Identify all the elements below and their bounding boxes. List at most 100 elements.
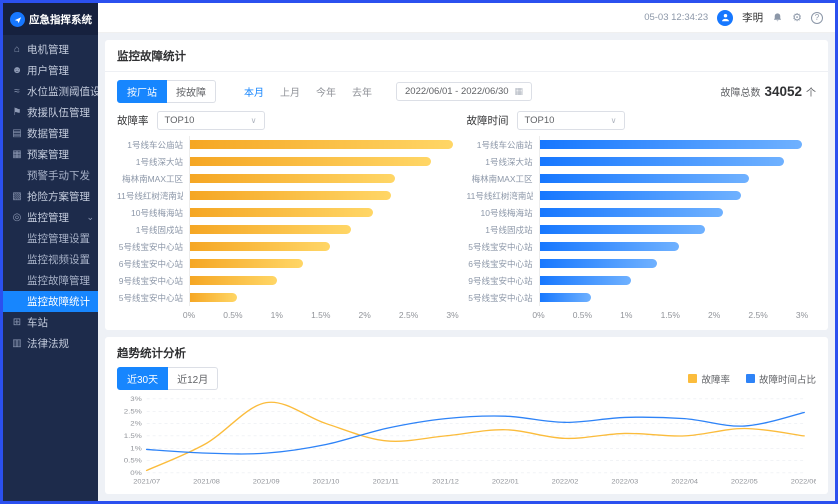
sidebar-item-1[interactable]: ☻用户管理 [3,60,98,81]
svg-text:1%: 1% [130,444,142,452]
bar [189,174,395,183]
legend-fault-time-ratio[interactable]: 故障时间占比 [746,372,816,386]
sidebar-item-8[interactable]: ◎ 监控管理 ⌄ [3,207,98,228]
water-level-icon: ≈ [11,86,23,97]
sidebar-item-7[interactable]: ▧抢险方案管理 [3,186,98,207]
sidebar-item-label: 数据管理 [27,126,69,141]
x-axis-tick: 0% [532,310,544,320]
range-toggle-group: 近30天 近12月 [117,367,218,390]
bar-rows: 1号线车公庙站1号线深大站梅林南MAX工区11号线红树湾南站10号线梅海站1号线… [467,136,803,306]
toggle-by-station[interactable]: 按厂站 [117,80,167,103]
bar-track [539,276,803,285]
sidebar-item-label: 预案管理 [27,147,69,162]
sidebar-item-6[interactable]: 预警手动下发 [3,165,98,186]
bar-track [189,174,453,183]
view-toggle-group: 按厂站 按故障 [117,80,216,103]
svg-text:2021/07: 2021/07 [133,479,160,485]
sidebar-item-11[interactable]: 监控故障管理 [3,270,98,291]
bar [539,225,706,234]
sidebar-item-0[interactable]: ⌂电机管理 [3,39,98,60]
bar-rows: 1号线车公庙站1号线深大站梅林南MAX工区11号线红树湾南站10号线梅海站1号线… [117,136,453,306]
sidebar-item-2[interactable]: ≈ 水位监测阈值设置 [3,81,98,102]
main-area: 05-03 12:34:23 李明 ⚙ ? 监控故障统计 按厂站 [98,3,835,501]
bar-track [189,276,453,285]
bar-track [189,293,453,302]
bar [189,225,351,234]
sidebar-item-12[interactable]: 监控故障统计 [3,291,98,312]
sidebar-item-14[interactable]: ▥法律法规 [3,333,98,354]
sidebar-item-label: 水位监测阈值设置 [27,84,98,99]
sidebar-item-5[interactable]: ▦ 预案管理 [3,144,98,165]
bar-category-label: 5号线宝安中心站 [117,241,183,253]
bar-track [189,208,453,217]
toggle-last-12-months[interactable]: 近12月 [168,367,218,390]
app-title: 应急指挥系统 [29,12,92,27]
trend-line-chart: 0%0.5%1%1.5%2%2.5%3%2021/072021/082021/0… [117,394,816,486]
x-axis-tick: 2% [708,310,720,320]
plan-icon: ▦ [11,149,23,160]
fault-statistics-card: 监控故障统计 按厂站 按故障 本月 上月 今年 去年 2022/06/01 - … [105,40,828,330]
svg-text:1.5%: 1.5% [124,432,143,440]
rescue-team-icon: ⚑ [11,107,23,118]
chevron-down-icon: ⌄ [86,212,94,223]
emergency-plan-icon: ▧ [11,191,23,202]
bar-row: 6号线宝安中心站 [117,255,453,272]
top-header: 05-03 12:34:23 李明 ⚙ ? [98,3,835,33]
fault-total-label: 故障总数 [720,84,760,99]
bell-icon[interactable] [772,12,783,23]
sidebar-item-13[interactable]: ⊞车站 [3,312,98,333]
fault-time-chart: 故障时间 TOP10 ∨ 1号线车公庙站1号线深大站梅林南MAX工区11号线红树… [467,111,817,322]
sidebar-item-4[interactable]: ▤ 数据管理 [3,123,98,144]
bar-category-label: 5号线宝安中心站 [467,292,533,304]
svg-text:2021/12: 2021/12 [432,479,459,485]
quick-filter-last-year[interactable]: 去年 [352,84,372,99]
fault-rate-top-select[interactable]: TOP10 ∨ [157,111,265,130]
bar-category-label: 11号线红树湾南站 [117,190,183,202]
avatar[interactable] [717,10,733,26]
sidebar-item-3[interactable]: ⚑ 救援队伍管理 [3,102,98,123]
bar-category-label: 5号线宝安中心站 [467,241,533,253]
legend-fault-rate[interactable]: 故障率 [688,372,730,386]
calendar-icon: ▦ [515,86,524,97]
bar-track [539,140,803,149]
bar-category-label: 1号线深大站 [467,156,533,168]
trend-analysis-card: 趋势统计分析 近30天 近12月 故障率 故障时间占比 [105,337,828,494]
fault-time-top-select[interactable]: TOP10 ∨ [517,111,625,130]
monitor-icon: ◎ [11,212,23,223]
data-icon: ▤ [11,128,23,139]
bar [539,157,785,166]
app-logo-row: 应急指挥系统 [3,3,98,35]
x-axis-tick: 2% [359,310,371,320]
bar [189,259,303,268]
bar-row: 5号线宝安中心站 [117,289,453,306]
bar-row: 梅林南MAX工区 [117,170,453,187]
sidebar-item-label: 法律法规 [27,336,69,351]
quick-filter-this-year[interactable]: 今年 [316,84,336,99]
toggle-last-30-days[interactable]: 近30天 [117,367,168,390]
sidebar-item-label: 监控管理设置 [27,231,90,246]
gear-icon[interactable]: ⚙ [792,11,802,24]
bar [539,191,741,200]
svg-text:0.5%: 0.5% [124,456,143,464]
date-range-input[interactable]: 2022/06/01 - 2022/06/30 ▦ [396,82,532,101]
toggle-by-fault[interactable]: 按故障 [167,80,216,103]
sidebar-item-9[interactable]: 监控管理设置 [3,228,98,249]
svg-text:2021/08: 2021/08 [193,479,220,485]
bar-category-label: 1号线深大站 [117,156,183,168]
bar [539,140,803,149]
sidebar-menu: ⌂电机管理☻用户管理 ≈ 水位监测阈值设置 ⚑ 救援队伍管理 ▤ 数据管理 ▦ 预案管理预警手动… [3,35,98,501]
quick-filter-last-month[interactable]: 上月 [280,84,300,99]
bar-category-label: 10号线梅海站 [467,207,533,219]
quick-filter-this-month[interactable]: 本月 [244,84,264,99]
bar-row: 10号线梅海站 [467,204,803,221]
bar-row: 1号线深大站 [467,153,803,170]
help-icon[interactable]: ? [811,12,823,24]
user-icon: ☻ [11,65,23,76]
bar [539,242,680,251]
app-logo-icon [10,12,25,27]
sidebar-item-label: 监控管理 [27,210,69,225]
bar-track [189,157,453,166]
sidebar-item-10[interactable]: 监控视频设置 [3,249,98,270]
sidebar-item-label: 救援队伍管理 [27,105,90,120]
bar-category-label: 10号线梅海站 [117,207,183,219]
